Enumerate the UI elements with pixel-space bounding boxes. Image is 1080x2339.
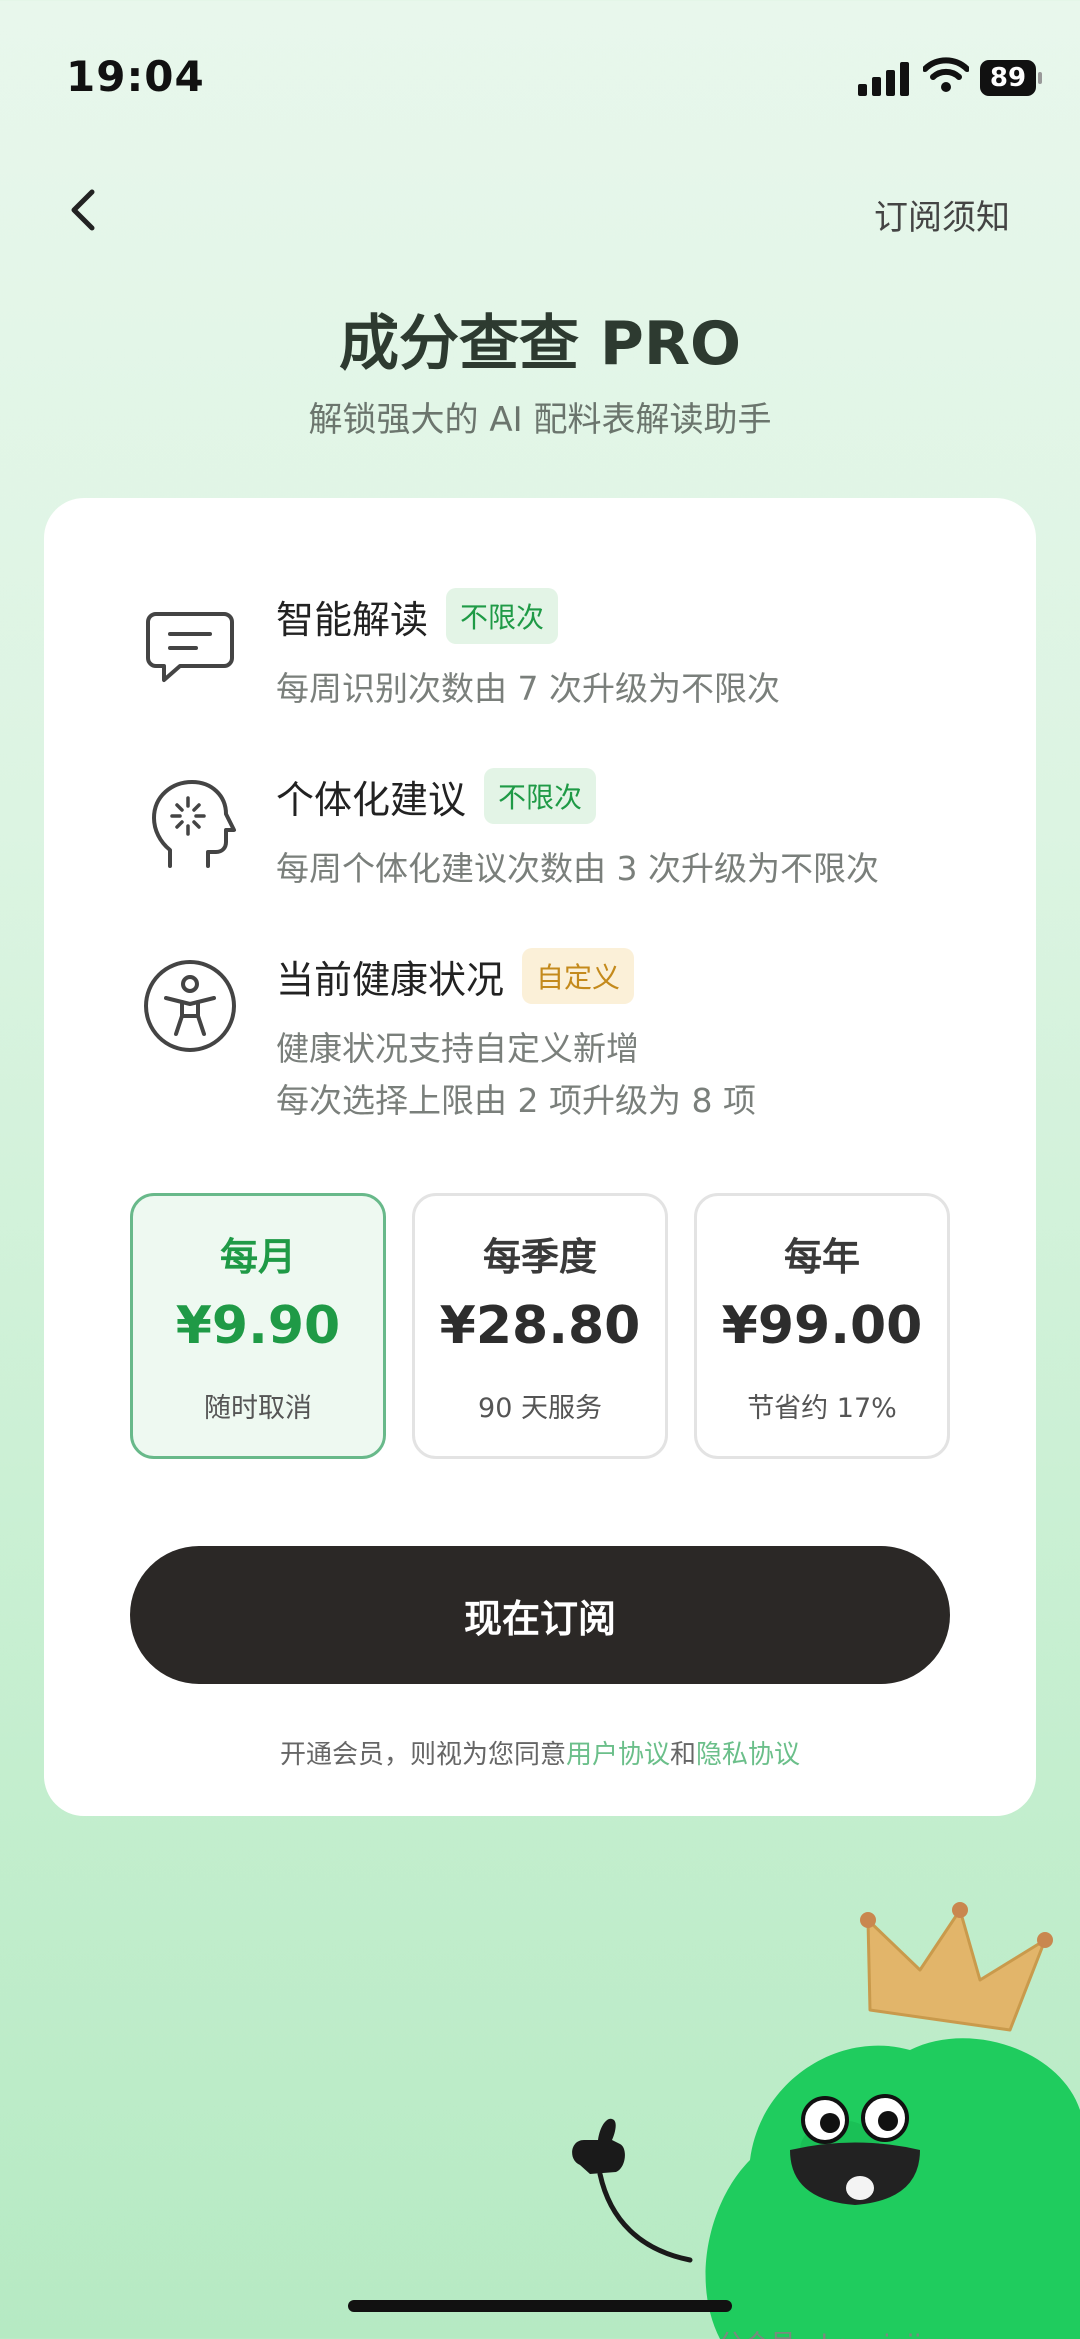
feature-personal-advice: 个体化建议 不限次 每周个体化建议次数由 3 次升级为不限次 [140,766,1000,888]
plan-price: ¥9.90 [175,1296,341,1356]
subscribe-button[interactable]: 现在订阅 [130,1546,950,1684]
page-subtitle: 解锁强大的 AI 配料表解读助手 [308,400,772,440]
feature-desc: 每周识别次数由 7 次升级为不限次 [276,669,780,708]
feature-title: 个体化建议 [276,777,467,822]
signal-icon [858,62,909,96]
mascot-illustration [572,1902,1080,2339]
agreement-text: 开通会员，则视为您同意用户协议和隐私协议 [44,1734,1036,1771]
plan-name: 每季度 [482,1234,597,1279]
plan-monthly[interactable]: 每月 ¥9.90 随时取消 [130,1193,386,1459]
feature-title: 智能解读 [276,597,429,642]
feature-title: 当前健康状况 [276,957,505,1002]
plan-name: 每月 [219,1234,296,1279]
watermark: 公众号 · kanxinjiapo [718,2324,970,2339]
home-indicator[interactable] [348,2300,732,2312]
unlimited-badge: 不限次 [446,588,559,644]
wifi-icon [923,57,969,92]
battery-level: 89 [980,60,1036,96]
feature-smart-read: 智能解读 不限次 每周识别次数由 7 次升级为不限次 [140,586,1000,708]
battery-tip [1038,72,1042,84]
head-idea-icon [152,780,236,868]
plan-quarterly[interactable]: 每季度 ¥28.80 90 天服务 [412,1193,668,1459]
crown-icon [860,1902,1053,2032]
chat-bubble-icon [146,612,234,682]
plan-price: ¥99.00 [721,1296,923,1356]
back-button[interactable] [54,180,114,240]
agreement-prefix: 开通会员，则视为您同意 [279,1740,566,1770]
custom-badge: 自定义 [522,948,635,1004]
user-terms-link[interactable]: 用户协议 [566,1740,670,1770]
page-title: 成分查查 PRO [338,309,742,379]
feature-head: 智能解读 不限次 [276,586,559,646]
top-nav: 订阅须知 [0,160,1080,260]
plan-note: 随时取消 [204,1393,312,1424]
feature-head: 个体化建议 不限次 [276,766,597,826]
feature-health-status: 当前健康状况 自定义 健康状况支持自定义新增 每次选择上限由 2 项升级为 8 … [140,946,1000,1126]
plan-note: 90 天服务 [478,1393,602,1424]
subscription-notice-link[interactable]: 订阅须知 [874,190,1010,239]
plan-selector: 每月 ¥9.90 随时取消 每季度 ¥28.80 90 天服务 每年 ¥99.0… [130,1193,950,1459]
thumbs-up-icon [572,2118,693,2263]
plan-note: 节省约 17% [747,1393,897,1424]
privacy-policy-link[interactable]: 隐私协议 [696,1740,800,1770]
chevron-left-icon [71,189,95,231]
unlimited-badge: 不限次 [484,768,597,824]
feature-desc: 健康状况支持自定义新增 [276,1029,639,1068]
status-bar: 19:04 89 [0,0,1080,150]
status-time: 19:04 [66,52,205,101]
feature-head: 当前健康状况 自定义 [276,946,635,1006]
feature-desc: 每周个体化建议次数由 3 次升级为不限次 [276,849,879,888]
plan-name: 每年 [783,1234,860,1279]
feature-desc: 每次选择上限由 2 项升级为 8 项 [276,1081,756,1120]
plan-price: ¥28.80 [439,1296,641,1356]
agreement-and: 和 [670,1740,697,1770]
plan-yearly[interactable]: 每年 ¥99.00 节省约 17% [694,1193,950,1459]
battery-indicator: 89 [980,60,1042,96]
accessibility-icon [144,960,236,1052]
pro-card: 智能解读 不限次 每周识别次数由 7 次升级为不限次 个体化建议 不限次 每周个… [44,498,1036,1816]
